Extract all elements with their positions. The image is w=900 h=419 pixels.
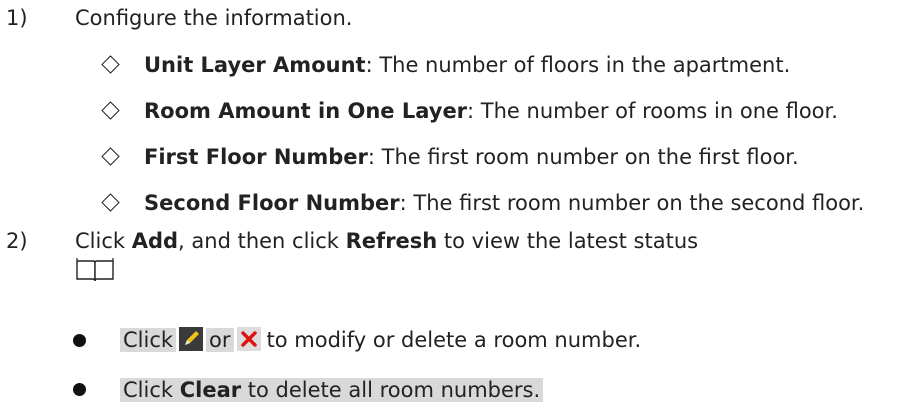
field-item: Second Floor Number: The first room numb… [0, 186, 900, 220]
add-label: Add [131, 229, 179, 253]
delete-icon [236, 327, 261, 351]
bullet-dot-icon [73, 383, 86, 396]
field-description: : The number of floors in the apartment. [365, 53, 791, 77]
field-term: Second Floor Number [144, 191, 400, 215]
field-term: First Floor Number [144, 145, 368, 169]
note-highlight: or [206, 328, 234, 352]
book-icon [76, 258, 114, 282]
diamond-bullet-icon [101, 147, 120, 166]
field-description: : The number of rooms in one floor. [467, 99, 838, 123]
bullet-dot-icon [73, 334, 86, 347]
field-term: Unit Layer Amount [144, 53, 366, 77]
note-text: to modify or delete a room number. [266, 328, 642, 352]
note-highlight: Click [120, 328, 177, 352]
field-item: Unit Layer Amount: The number of floors … [0, 48, 900, 82]
field-description: : The first room number on the first flo… [367, 145, 799, 169]
field-item: Room Amount in One Layer: The number of … [0, 94, 900, 128]
diamond-bullet-icon [101, 101, 120, 120]
note-item: Click or to modify or delete a room numb… [120, 320, 644, 360]
field-item: First Floor Number: The first room numbe… [0, 140, 900, 174]
diamond-bullet-icon [101, 55, 120, 74]
step-text: Configure the information. [75, 6, 353, 30]
step-1: 1) Configure the information. [0, 1, 900, 35]
step-number: 1) [6, 6, 28, 30]
manual-page: 1) Configure the information. Unit Layer… [0, 0, 900, 419]
clear-label: Clear [179, 378, 242, 402]
note-highlight: Click Clear to delete all room numbers. [120, 378, 544, 402]
step-number: 2) [6, 229, 28, 253]
field-term: Room Amount in One Layer [144, 99, 468, 123]
step-2: 2) Click Add, and then click Refresh to … [0, 224, 900, 258]
refresh-label: Refresh [345, 229, 438, 253]
edit-icon [179, 327, 204, 351]
note-item: Click Clear to delete all room numbers. [120, 370, 544, 410]
field-description: : The first room number on the second fl… [399, 191, 865, 215]
diamond-bullet-icon [101, 193, 120, 212]
